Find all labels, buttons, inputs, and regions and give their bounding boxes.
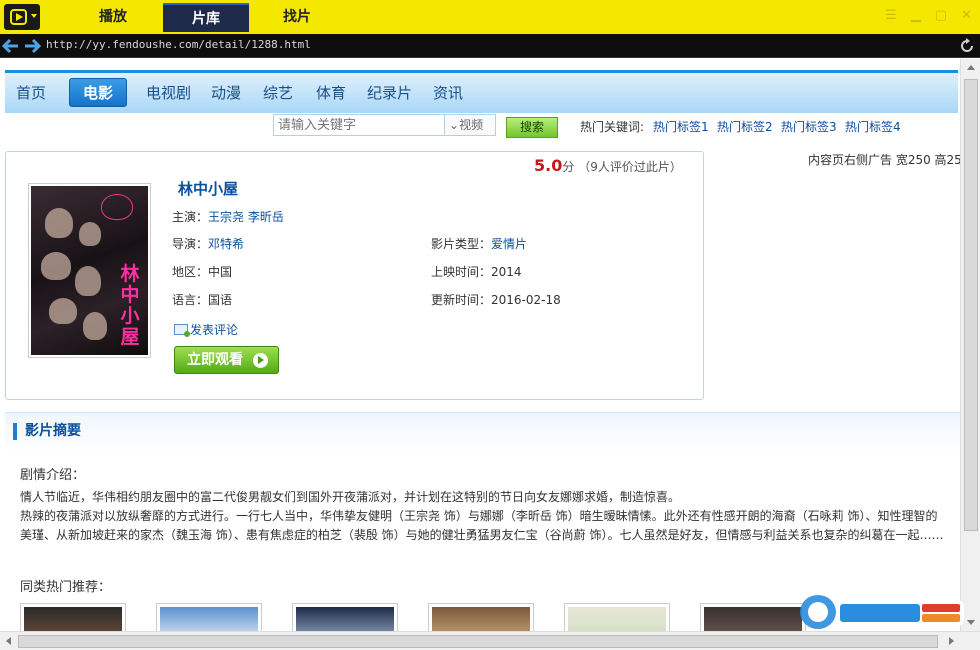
watch-now-button[interactable]: 立即观看 — [174, 346, 279, 374]
watch-now-label: 立即观看 — [187, 352, 243, 368]
play-icon — [253, 353, 268, 368]
region-field: 地区：中国 — [172, 263, 232, 280]
movie-title[interactable]: 林中小屋 — [178, 178, 238, 199]
comment-icon — [174, 324, 190, 337]
genre-field: 影片类型：爱情片 — [431, 235, 527, 252]
scroll-up-icon[interactable] — [967, 65, 975, 70]
scroll-thumb[interactable] — [964, 79, 978, 531]
nav-documentary[interactable]: 纪录片 — [367, 82, 412, 103]
updated-field: 更新时间：2016-02-18 — [431, 291, 561, 308]
close-icon[interactable]: ✕ — [961, 8, 972, 23]
heart-icon — [101, 194, 133, 220]
scroll-thumb-horizontal[interactable] — [18, 635, 938, 648]
scroll-right-icon[interactable] — [949, 637, 954, 645]
similar-item[interactable] — [156, 603, 262, 631]
actor-link[interactable]: 李昕岳 — [248, 210, 284, 224]
app-logo-icon[interactable] — [4, 4, 40, 30]
post-comment-label: 发表评论 — [190, 323, 239, 337]
ad-placeholder: 内容页右侧广告 宽250 高250 — [808, 153, 960, 167]
genre-label: 影片类型： — [431, 237, 492, 251]
minimize-icon[interactable]: ▁ — [911, 8, 921, 23]
poster-title: 林中小屋 — [120, 263, 140, 348]
movie-detail-panel: 5.0分 （9人评价过此片） 林中小屋 林中小屋 主演：王宗尧 李昕岳 导演：邓… — [5, 151, 704, 400]
language-value: 国语 — [208, 293, 233, 307]
address-bar: http://yy.fendoushe.com/detail/1288.html — [0, 34, 980, 58]
release-label: 上映时间： — [431, 265, 492, 279]
app-titlebar: 播放 片库 找片 ☰ ▁ ▢ ✕ — [0, 0, 980, 34]
page-viewport: 首页 电影 电视剧 动漫 综艺 体育 纪录片 资讯 ⌄视频 搜索 热门关键词: … — [0, 59, 960, 631]
language-field: 语言：国语 — [172, 291, 232, 308]
rating-unit: 分 — [562, 160, 575, 174]
tab-find[interactable]: 找片 — [254, 3, 340, 32]
similar-heading: 同类热门推荐： — [20, 580, 112, 595]
tab-play[interactable]: 播放 — [70, 3, 156, 32]
window-controls: ☰ ▁ ▢ ✕ — [885, 8, 972, 23]
rating-note: （9人评价过此片） — [578, 160, 682, 174]
nav-anime[interactable]: 动漫 — [211, 82, 241, 103]
search-category-select[interactable]: ⌄视频 — [444, 114, 496, 136]
similar-item[interactable] — [700, 603, 806, 631]
region-value: 中国 — [208, 265, 233, 279]
similar-item[interactable] — [20, 603, 126, 631]
nav-tv-series[interactable]: 电视剧 — [146, 82, 191, 103]
updated-label: 更新时间： — [431, 293, 492, 307]
rating: 5.0分 （9人评价过此片） — [534, 156, 682, 175]
hot-tag-link[interactable]: 热门标签4 — [845, 118, 901, 135]
hot-tag-link[interactable]: 热门标签2 — [717, 118, 773, 135]
post-comment-link[interactable]: 发表评论 — [174, 321, 238, 338]
director-field: 导演：邓特希 — [172, 235, 244, 252]
actor-link[interactable]: 王宗尧 — [208, 210, 244, 224]
director-link[interactable]: 邓特希 — [208, 237, 244, 251]
tab-library[interactable]: 片库 — [163, 3, 249, 32]
plot-heading: 剧情介绍： — [20, 468, 86, 483]
forward-arrow-icon[interactable] — [23, 38, 42, 54]
search-bar: ⌄视频 搜索 热门关键词: 热门标签1 热门标签2 热门标签3 热门标签4 — [5, 114, 958, 140]
search-button[interactable]: 搜索 — [506, 117, 558, 138]
region-label: 地区： — [172, 265, 209, 279]
url-field[interactable]: http://yy.fendoushe.com/detail/1288.html — [46, 38, 311, 51]
maximize-icon[interactable]: ▢ — [935, 8, 947, 23]
similar-item[interactable] — [564, 603, 670, 631]
refresh-icon[interactable] — [959, 38, 975, 54]
hot-keywords-label: 热门关键词: — [580, 120, 645, 134]
section-title: 影片摘要 — [13, 423, 81, 440]
search-input[interactable] — [273, 114, 445, 136]
nav-home[interactable]: 首页 — [16, 82, 46, 103]
updated-value: 2016-02-18 — [491, 293, 561, 307]
plot-paragraph: 情人节临近，华伟相约朋友圈中的富二代俊男靓女们到国外开夜蒲派对，并计划在这特别的… — [20, 490, 681, 504]
vertical-scrollbar[interactable] — [960, 59, 980, 631]
plot-paragraph: 热辣的夜蒲派对以放纵奢靡的方式进行。一行七人当中，华伟挚友健明（王宗尧 饰）与娜… — [20, 509, 944, 542]
scroll-left-icon[interactable] — [6, 637, 11, 645]
similar-item[interactable] — [428, 603, 534, 631]
horizontal-scrollbar[interactable] — [0, 631, 980, 650]
actors-label: 主演： — [172, 210, 209, 224]
hot-tag-link[interactable]: 热门标签3 — [781, 118, 837, 135]
chevron-down-icon: ⌄ — [449, 118, 460, 132]
rating-score: 5.0 — [534, 156, 563, 175]
nav-sports[interactable]: 体育 — [316, 82, 346, 103]
nav-movies[interactable]: 电影 — [69, 78, 128, 107]
settings-icon[interactable]: ☰ — [885, 8, 897, 23]
similar-item[interactable] — [292, 603, 398, 631]
nav-variety[interactable]: 综艺 — [263, 82, 293, 103]
genre-link[interactable]: 爱情片 — [491, 237, 527, 251]
release-field: 上映时间：2014 — [431, 263, 522, 280]
site-nav: 首页 电影 电视剧 动漫 综艺 体育 纪录片 资讯 — [5, 70, 958, 113]
release-value: 2014 — [491, 265, 522, 279]
nav-news[interactable]: 资讯 — [433, 82, 463, 103]
language-label: 语言： — [172, 293, 209, 307]
site-watermark-logo — [796, 588, 974, 632]
actors-field: 主演：王宗尧 李昕岳 — [172, 208, 284, 225]
back-arrow-icon[interactable] — [1, 38, 20, 54]
hot-tag-link[interactable]: 热门标签1 — [653, 118, 709, 135]
director-label: 导演： — [172, 237, 209, 251]
search-category-value: 视频 — [459, 118, 484, 132]
plot-text: 情人节临近，华伟相约朋友圈中的富二代俊男靓女们到国外开夜蒲派对，并计划在这特别的… — [20, 488, 945, 545]
movie-poster[interactable]: 林中小屋 — [28, 183, 151, 358]
